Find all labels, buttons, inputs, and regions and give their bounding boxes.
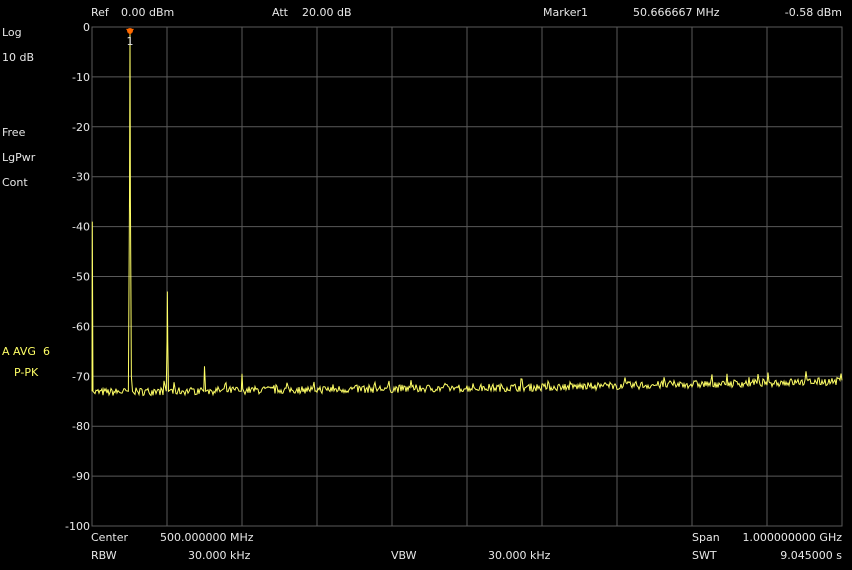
y-tick-label: -30 <box>72 171 90 184</box>
center-label: Center <box>91 531 129 544</box>
y-tick-label: -20 <box>72 121 90 134</box>
swt-value[interactable]: 9.045000 s <box>780 549 842 562</box>
att-value[interactable]: 20.00 dB <box>302 6 352 19</box>
scale-per-division[interactable]: 10 dB <box>2 51 34 64</box>
span-value[interactable]: 1.000000000 GHz <box>742 531 842 544</box>
trigger-mode[interactable]: Free <box>2 126 25 139</box>
graticule <box>91 26 843 527</box>
ref-value[interactable]: 0.00 dBm <box>121 6 174 19</box>
y-tick-label: -80 <box>72 420 90 433</box>
average-count: 6 <box>43 345 50 358</box>
ref-label: Ref <box>91 6 109 19</box>
spectrum-plot: 0 -10 -20 -30 -40 -50 -60 -70 -80 -90 -100 1 <box>65 21 843 533</box>
detector-type[interactable]: LgPwr <box>2 151 35 164</box>
rbw-value[interactable]: 30.000 kHz <box>188 549 250 562</box>
y-tick-label: -60 <box>72 320 90 333</box>
marker-label: Marker1 <box>543 6 589 19</box>
marker-1[interactable]: 1 <box>126 27 134 48</box>
y-tick-label: -70 <box>72 370 90 383</box>
average-label: A AVG <box>2 345 36 358</box>
vbw-value[interactable]: 30.000 kHz <box>488 549 550 562</box>
rbw-label: RBW <box>91 549 117 562</box>
vbw-label: VBW <box>391 549 417 562</box>
y-tick-label: 0 <box>83 21 90 34</box>
marker-dot <box>127 27 133 34</box>
y-tick-label: -90 <box>72 470 90 483</box>
span-label: Span <box>692 531 720 544</box>
sweep-mode[interactable]: Cont <box>2 176 28 189</box>
average-detector: P-PK <box>14 366 39 379</box>
att-label: Att <box>272 6 288 19</box>
marker-level: -0.58 dBm <box>784 6 842 19</box>
y-tick-label: -40 <box>72 221 90 234</box>
marker-number: 1 <box>127 35 134 48</box>
y-tick-label: -50 <box>72 271 90 284</box>
swt-label: SWT <box>692 549 717 562</box>
y-tick-labels: 0 -10 -20 -30 -40 -50 -60 -70 -80 -90 -100 <box>65 21 90 533</box>
marker-frequency: 50.666667 MHz <box>633 6 720 19</box>
y-tick-label: -100 <box>65 520 90 533</box>
y-tick-label: -10 <box>72 71 90 84</box>
center-frequency[interactable]: 500.000000 MHz <box>160 531 254 544</box>
scale-type[interactable]: Log <box>2 26 22 39</box>
